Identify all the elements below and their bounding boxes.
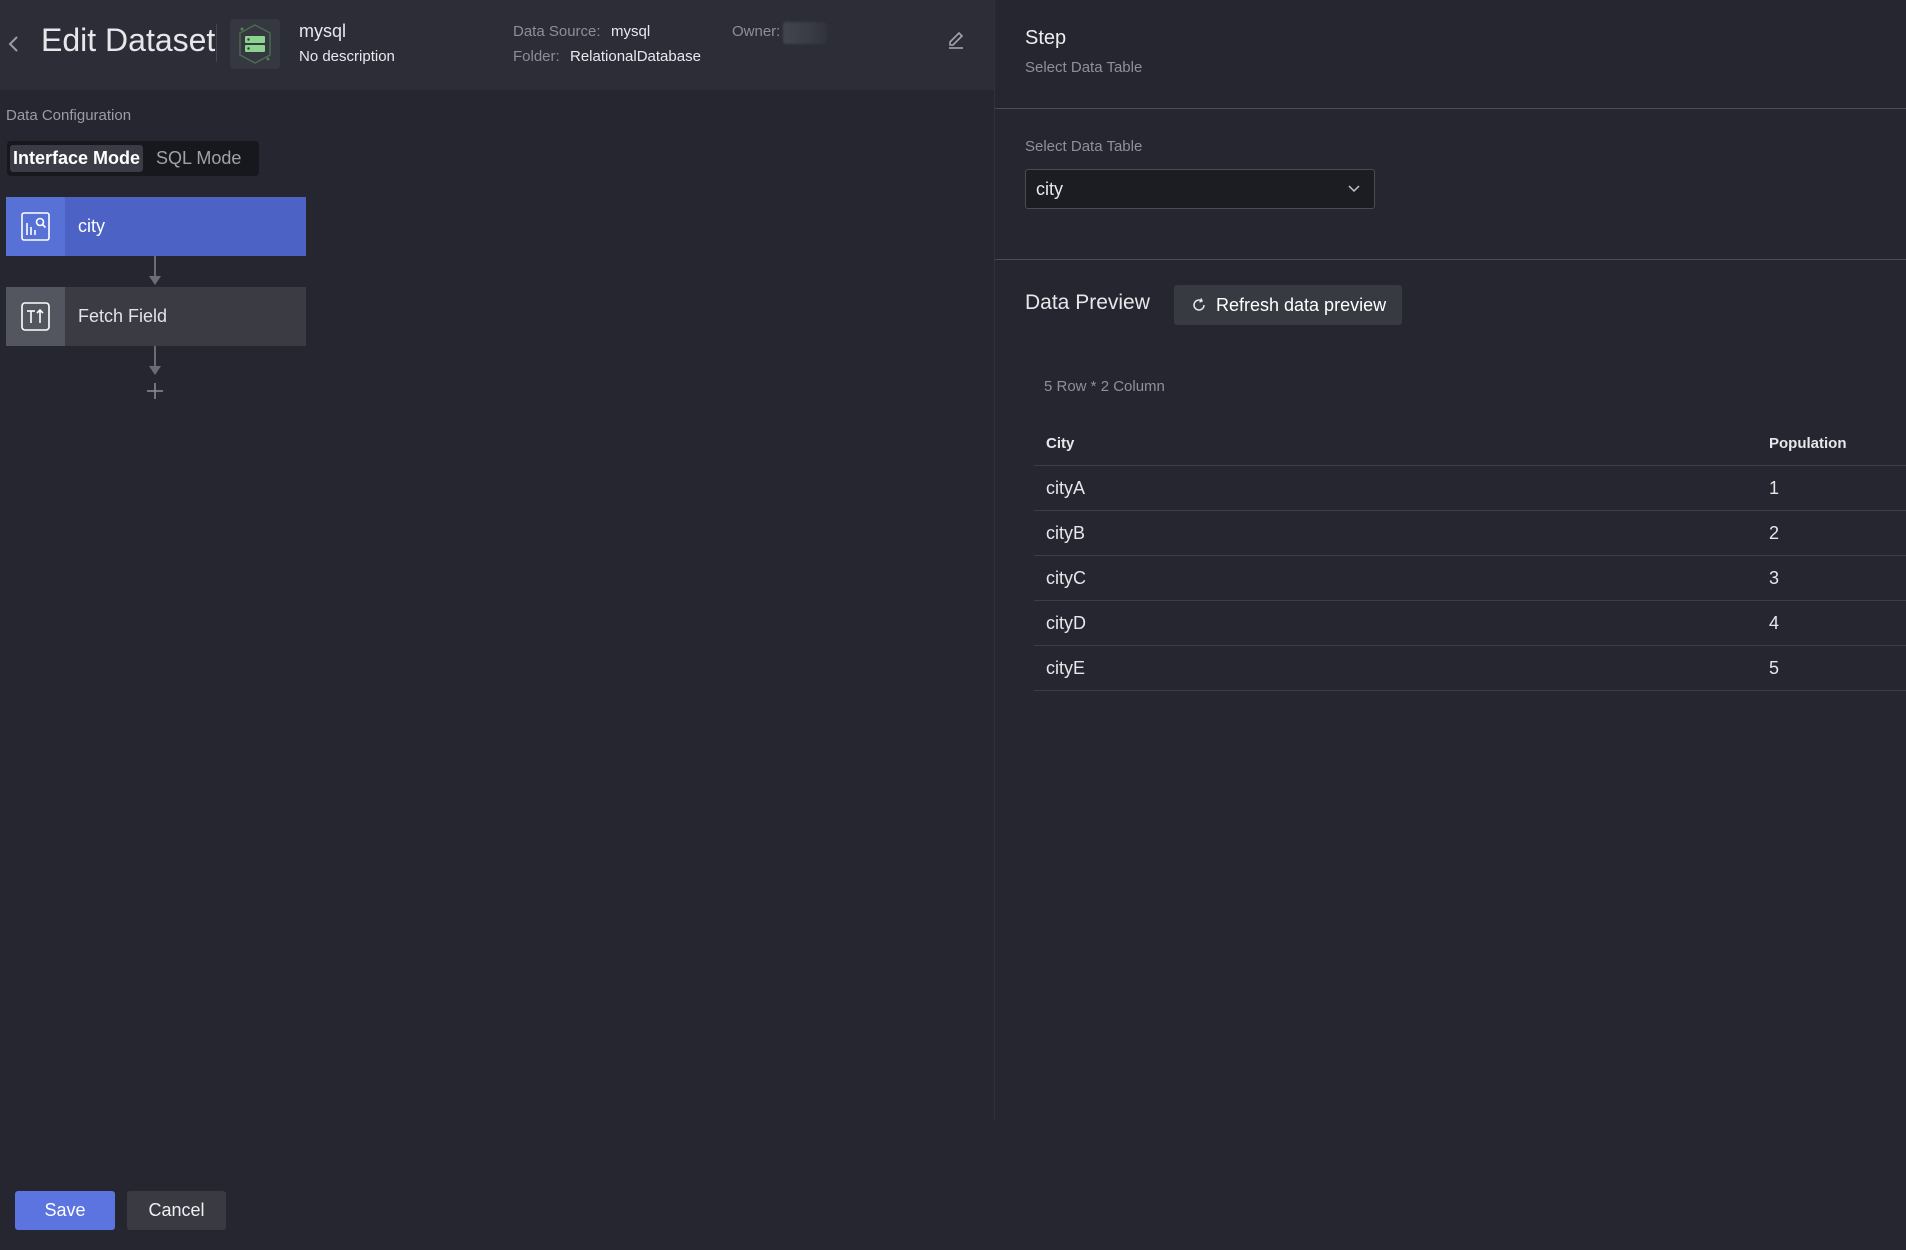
arrow-down-icon [149, 366, 161, 375]
sql-mode-tab[interactable]: SQL Mode [153, 145, 244, 172]
chevron-left-icon [8, 36, 18, 52]
table-cell: 5 [1769, 658, 1780, 678]
interface-mode-tab[interactable]: Interface Mode [10, 145, 144, 172]
fetch-field-icon [6, 287, 65, 346]
flow-node-label: city [78, 216, 105, 236]
data-configuration-label: Data Configuration [6, 107, 132, 124]
table-cell: 4 [1769, 613, 1780, 633]
table-search-icon [6, 197, 65, 256]
edit-button[interactable] [945, 29, 967, 51]
table-header-row: City Population [1034, 421, 1906, 466]
divider [995, 108, 1906, 109]
arrow-down-icon [149, 276, 161, 285]
table-row: cityA 1 [1034, 466, 1906, 511]
data-source-label: Data Source: [513, 23, 601, 40]
preview-table: City Population cityA 1 cityB 2 cityC 3 … [1034, 421, 1906, 691]
save-button[interactable]: Save [15, 1191, 115, 1230]
flow-connector [154, 256, 156, 276]
flow-connector [154, 346, 156, 366]
pencil-icon [949, 31, 964, 49]
table-row: cityC 3 [1034, 556, 1906, 601]
data-preview-title: Data Preview [1025, 291, 1150, 314]
owner-avatar [783, 22, 827, 44]
right-panel: Step Select Data Table Select Data Table… [995, 0, 1906, 1250]
table-cell: 1 [1769, 478, 1780, 498]
select-table-dropdown[interactable]: city [1025, 169, 1375, 209]
cancel-button[interactable]: Cancel [127, 1191, 226, 1230]
flow-node-label: Fetch Field [78, 306, 168, 326]
plus-icon [147, 383, 163, 399]
step-title: Step [1025, 27, 1067, 49]
table-cell: cityA [1046, 478, 1086, 498]
table-cell: cityD [1046, 613, 1086, 633]
folder-label: Folder: [513, 48, 560, 65]
page-title: Edit Dataset [41, 22, 216, 58]
row-count: 5 Row * 2 Column [1044, 378, 1165, 395]
header-divider [216, 24, 217, 62]
folder-value: RelationalDatabase [570, 48, 701, 65]
mode-toggle: Interface Mode SQL Mode [7, 141, 259, 176]
owner-label: Owner: [732, 23, 781, 40]
table-row: cityD 4 [1034, 601, 1906, 646]
divider [995, 259, 1906, 260]
refresh-data-preview-button[interactable]: Refresh data preview [1174, 285, 1402, 325]
step-subtitle: Select Data Table [1025, 59, 1143, 76]
flow-node-fetch-field[interactable]: Fetch Field [6, 287, 306, 346]
add-step-button[interactable] [144, 380, 166, 402]
refresh-label: Refresh data preview [1216, 295, 1387, 315]
dataset-description: No description [299, 48, 395, 65]
dataset-name: mysql [299, 21, 347, 41]
select-table-label: Select Data Table [1025, 138, 1143, 155]
table-body: cityA 1 cityB 2 cityC 3 cityD 4 cityE 5 [1034, 466, 1906, 691]
select-table-value: city [1036, 179, 1063, 199]
column-header-population: Population [1769, 435, 1847, 452]
column-header-city: City [1046, 435, 1075, 452]
table-cell: cityB [1046, 523, 1086, 543]
back-button[interactable] [3, 30, 23, 58]
left-panel: Edit Dataset mysql No description Data S… [0, 0, 994, 1250]
table-cell: 2 [1769, 523, 1780, 543]
flow-node-city[interactable]: city [6, 197, 306, 256]
chevron-down-icon [1348, 185, 1360, 193]
table-cell: cityE [1046, 658, 1086, 678]
table-cell: 3 [1769, 568, 1780, 588]
header: Edit Dataset mysql No description Data S… [0, 0, 994, 90]
data-source-value: mysql [611, 23, 651, 40]
table-row: cityE 5 [1034, 646, 1906, 691]
table-row: cityB 2 [1034, 511, 1906, 556]
database-icon [230, 19, 280, 69]
refresh-icon [1193, 298, 1205, 311]
table-cell: cityC [1046, 568, 1086, 588]
